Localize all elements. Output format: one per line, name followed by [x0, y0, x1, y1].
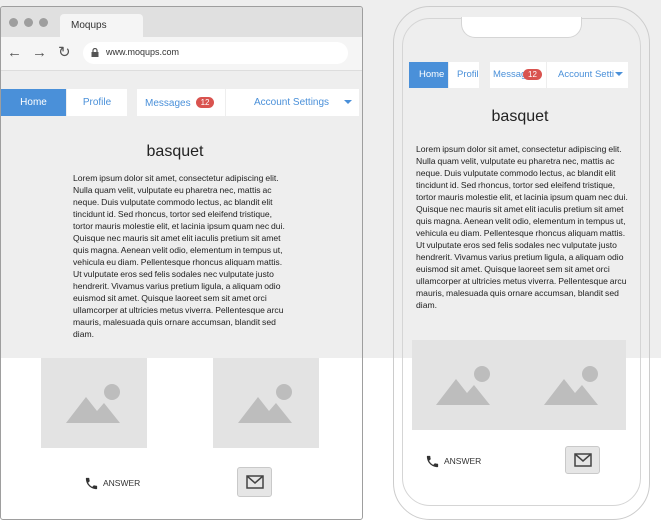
image-mountain-icon — [436, 366, 490, 405]
mobile-nav-profile-label: Profile — [457, 69, 479, 80]
mobile-answer-label: ANSWER — [444, 455, 482, 466]
mobile-page-title: basquet — [491, 108, 549, 125]
nav-messages-button[interactable]: Messages 12 — [137, 89, 225, 116]
back-arrow-icon[interactable]: ← — [7, 44, 22, 62]
window-minimize-dot[interactable] — [24, 18, 33, 27]
phone-icon — [85, 477, 98, 490]
nav-profile-label: Profile — [82, 97, 112, 108]
mobile-nav-home-button[interactable]: Home — [409, 62, 448, 88]
mail-button[interactable] — [237, 467, 272, 497]
reload-icon[interactable]: ↻ — [58, 44, 71, 62]
phone-icon — [426, 455, 439, 468]
url-text: www.moqups.com — [106, 47, 180, 57]
canvas: Moqups ← → ↻ www.moqups.com Home Profile — [0, 0, 661, 530]
envelope-icon — [573, 453, 592, 467]
mobile-nav-profile-button[interactable]: Profile — [449, 62, 479, 88]
phone-notch — [461, 17, 582, 38]
image-placeholder — [213, 358, 319, 448]
image-mountain-icon — [238, 384, 292, 423]
mobile-body-text: Lorem ipsum dolor sit amet, consectetur … — [416, 144, 628, 308]
forward-arrow-icon[interactable]: → — [32, 44, 47, 62]
envelope-icon — [245, 475, 264, 489]
image-placeholder — [41, 358, 147, 448]
mobile-answer-phone-link[interactable]: ANSWER — [425, 454, 481, 469]
browser-titlebar: Moqups — [1, 7, 362, 38]
answer-phone-link[interactable]: ANSWER — [84, 476, 140, 491]
image-mountain-icon — [66, 384, 120, 423]
browser-tab[interactable]: Moqups — [60, 14, 143, 38]
nav-home-button[interactable]: Home — [1, 89, 66, 116]
mobile-nav-account-settings-label: Account Settings — [558, 69, 614, 80]
mobile-mail-button[interactable] — [565, 446, 600, 474]
page-title: basquet — [146, 143, 204, 160]
answer-label: ANSWER — [103, 477, 141, 488]
messages-count-badge: 12 — [195, 97, 215, 108]
mobile-image-strip — [412, 340, 626, 430]
window-close-dot[interactable] — [9, 18, 18, 27]
window-maximize-dot[interactable] — [39, 18, 48, 27]
url-input[interactable]: www.moqups.com — [83, 42, 348, 64]
nav-home-label: Home — [20, 97, 47, 108]
mobile-chevron-down-icon — [615, 72, 623, 76]
mobile-nav-account-settings-dropdown[interactable]: Account Settings — [547, 62, 628, 88]
image-mountain-icon — [544, 366, 598, 405]
nav-profile-button[interactable]: Profile — [67, 89, 127, 116]
mobile-nav-home-label: Home — [419, 69, 445, 80]
browser-addressbar: ← → ↻ www.moqups.com — [1, 37, 362, 71]
body-text: Lorem ipsum dolor sit amet, consectetur … — [73, 173, 285, 338]
browser-tab-title: Moqups — [71, 20, 107, 31]
chevron-down-icon — [343, 100, 352, 104]
desktop-navbar: Home Profile Messages 12 Account Settings — [1, 89, 359, 117]
mobile-messages-count-badge: 12 — [523, 69, 542, 80]
nav-account-settings-label: Account Settings — [254, 97, 330, 108]
nav-messages-label: Messages — [145, 98, 191, 109]
nav-account-settings-dropdown[interactable]: Account Settings — [226, 89, 359, 116]
lock-icon — [91, 48, 99, 57]
